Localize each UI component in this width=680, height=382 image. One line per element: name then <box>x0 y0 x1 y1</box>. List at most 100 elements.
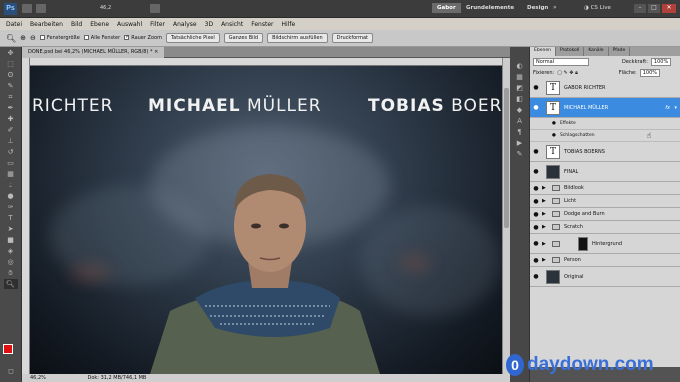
crop-tool-icon[interactable]: ⌗ <box>4 92 18 102</box>
zoom-out-icon[interactable]: ⊖ <box>30 34 36 42</box>
menu-auswahl[interactable]: Auswahl <box>117 21 142 28</box>
gradient-tool-icon[interactable]: ▦ <box>4 169 18 179</box>
eye-icon[interactable]: ● <box>530 198 542 205</box>
document-tab[interactable]: DONE.psd bei 46,2% (MICHAEL MÜLLER, RGB/… <box>22 47 165 58</box>
group-row[interactable]: ● ▶ Scratch <box>530 221 680 234</box>
eye-icon[interactable]: ● <box>530 185 542 192</box>
zoom-display[interactable]: 46,2 <box>100 5 111 11</box>
layout-icon[interactable] <box>36 4 46 13</box>
close-button[interactable]: ✕ <box>662 4 676 13</box>
alle-fenster-checkbox[interactable]: Alle Fenster <box>83 35 120 41</box>
panel-masks-icon[interactable]: ◧ <box>513 94 527 104</box>
workspace-grundelemente-button[interactable]: Grundelemente <box>466 5 514 11</box>
expand-arrow-icon[interactable]: ▶ <box>542 211 550 217</box>
expand-arrow-icon[interactable]: ▶ <box>542 224 550 230</box>
blur-tool-icon[interactable]: 💧︎ <box>4 180 18 190</box>
panel-paragraph-icon[interactable]: ¶ <box>513 127 527 137</box>
eye-icon[interactable]: ● <box>530 273 542 280</box>
shape-tool-icon[interactable]: ■ <box>4 235 18 245</box>
3d-rotate-tool-icon[interactable]: ◈ <box>4 246 18 256</box>
group-row[interactable]: ● ▶ Dodge and Burn <box>530 208 680 221</box>
expand-arrow-icon[interactable]: ▶ <box>542 185 550 191</box>
path-selection-tool-icon[interactable]: ➤ <box>4 224 18 234</box>
mini-bridge-icon[interactable] <box>22 4 32 13</box>
move-tool-icon[interactable]: ✥ <box>4 48 18 58</box>
expand-arrow-icon[interactable]: ▶ <box>542 241 550 247</box>
panel-character-icon[interactable]: A <box>513 116 527 126</box>
ganzes-bild-button[interactable]: Ganzes Bild <box>223 33 264 43</box>
fenstergroesse-checkbox[interactable]: Fenstergröße <box>39 35 80 41</box>
cs-live-button[interactable]: ◑ CS Live <box>584 5 611 11</box>
group-row[interactable]: ● ▶ Hintergrund <box>530 234 680 254</box>
vertical-scrollbar[interactable] <box>502 58 510 374</box>
panel-color-icon[interactable]: ◐ <box>513 61 527 71</box>
foreground-color-swatch[interactable] <box>3 344 13 354</box>
menu-bild[interactable]: Bild <box>71 21 82 28</box>
expand-arrow-icon[interactable]: ▶ <box>542 198 550 204</box>
tatsaechliche-pixel-button[interactable]: Tatsächliche Pixel <box>165 33 220 43</box>
eyedropper-tool-icon[interactable]: ✒ <box>4 103 18 113</box>
eye-icon[interactable]: ● <box>530 148 542 155</box>
tab-ebenen[interactable]: Ebenen <box>530 47 556 56</box>
layer-row[interactable]: ● T GABOR RICHTER <box>530 78 680 98</box>
quick-mask-icon[interactable]: ◻ <box>4 366 18 376</box>
panel-adjustments-icon[interactable]: ◩ <box>513 83 527 93</box>
marquee-tool-icon[interactable]: ⬚ <box>4 59 18 69</box>
type-tool-icon[interactable]: T <box>4 213 18 223</box>
arrange-documents-icon[interactable] <box>150 4 160 13</box>
menu-3d[interactable]: 3D <box>205 21 213 28</box>
eye-icon[interactable]: ● <box>530 224 542 231</box>
quick-selection-tool-icon[interactable]: ✎ <box>4 81 18 91</box>
collapse-effects-icon[interactable]: ▾ <box>674 105 677 111</box>
layer-row[interactable]: ● Original <box>530 267 680 287</box>
rauer-zoom-checkbox[interactable]: ✓ Rauer Zoom <box>124 35 162 41</box>
menu-bearbeiten[interactable]: Bearbeiten <box>30 21 63 28</box>
menu-analyse[interactable]: Analyse <box>173 21 197 28</box>
expand-arrow-icon[interactable]: ▶ <box>542 257 550 263</box>
bildschirm-ausfuellen-button[interactable]: Bildschirm ausfüllen <box>267 33 328 43</box>
workspace-design-button[interactable]: Design <box>527 5 548 11</box>
panel-styles-icon[interactable]: ◆ <box>513 105 527 115</box>
lock-icons[interactable]: ▢ ✎ ✥ 🔒︎ <box>557 70 578 76</box>
zoom-tool-icon[interactable]: 🔍︎ <box>6 34 16 43</box>
document-canvas[interactable]: RICHTER MICHAEL MÜLLER TOBIAS BOER <box>30 66 502 374</box>
tab-pfade[interactable]: Pfade <box>609 47 631 56</box>
panel-swatches-icon[interactable]: ▦ <box>513 72 527 82</box>
effects-eye-icon[interactable]: ● <box>552 121 556 126</box>
druckformat-button[interactable]: Druckformat <box>331 33 374 43</box>
menu-filter[interactable]: Filter <box>150 21 165 28</box>
workspace-menu-icon[interactable]: » <box>553 4 557 11</box>
panel-actions-icon[interactable]: ▶ <box>513 138 527 148</box>
group-row[interactable]: ● ▶ Bildlook <box>530 182 680 195</box>
scroll-thumb[interactable] <box>504 88 509 228</box>
drop-shadow-eye-icon[interactable]: ● <box>552 133 556 138</box>
group-row[interactable]: ● ▶ Licht <box>530 195 680 208</box>
flaeche-input[interactable]: 100% <box>639 69 661 77</box>
menu-hilfe[interactable]: Hilfe <box>281 21 295 28</box>
zoom-in-icon[interactable]: ⊕ <box>20 34 26 42</box>
panel-brushes-icon[interactable]: ✎ <box>513 149 527 159</box>
brush-tool-icon[interactable]: ✐ <box>4 125 18 135</box>
healing-brush-tool-icon[interactable]: ✚ <box>4 114 18 124</box>
zoom-level-field[interactable]: 46,2% <box>30 375 46 381</box>
clone-stamp-tool-icon[interactable]: ⊥ <box>4 136 18 146</box>
menu-datei[interactable]: Datei <box>6 21 22 28</box>
tab-protokoll[interactable]: Protokoll <box>556 47 585 56</box>
history-brush-tool-icon[interactable]: ↺ <box>4 147 18 157</box>
eye-icon[interactable]: ● <box>530 104 542 111</box>
menu-ebene[interactable]: Ebene <box>90 21 109 28</box>
group-row[interactable]: ● ▶ Person <box>530 254 680 267</box>
menu-fenster[interactable]: Fenster <box>251 21 273 28</box>
maximize-button[interactable]: □ <box>648 4 660 13</box>
zoom-tool-active-icon[interactable]: 🔍︎ <box>3 279 18 289</box>
eye-icon[interactable]: ● <box>530 257 542 264</box>
drop-shadow-row[interactable]: ● Schlagschatten ☝︎ <box>530 130 680 142</box>
menu-ansicht[interactable]: Ansicht <box>221 21 243 28</box>
workspace-gabor-button[interactable]: Gabor <box>432 3 461 13</box>
tab-kanaele[interactable]: Kanäle <box>584 47 609 56</box>
hand-tool-icon[interactable]: ✋︎ <box>4 268 18 278</box>
eye-icon[interactable]: ● <box>530 240 542 247</box>
eye-icon[interactable]: ● <box>530 211 542 218</box>
eye-icon[interactable]: ● <box>530 84 542 91</box>
layer-row[interactable]: ● FINAL <box>530 162 680 182</box>
